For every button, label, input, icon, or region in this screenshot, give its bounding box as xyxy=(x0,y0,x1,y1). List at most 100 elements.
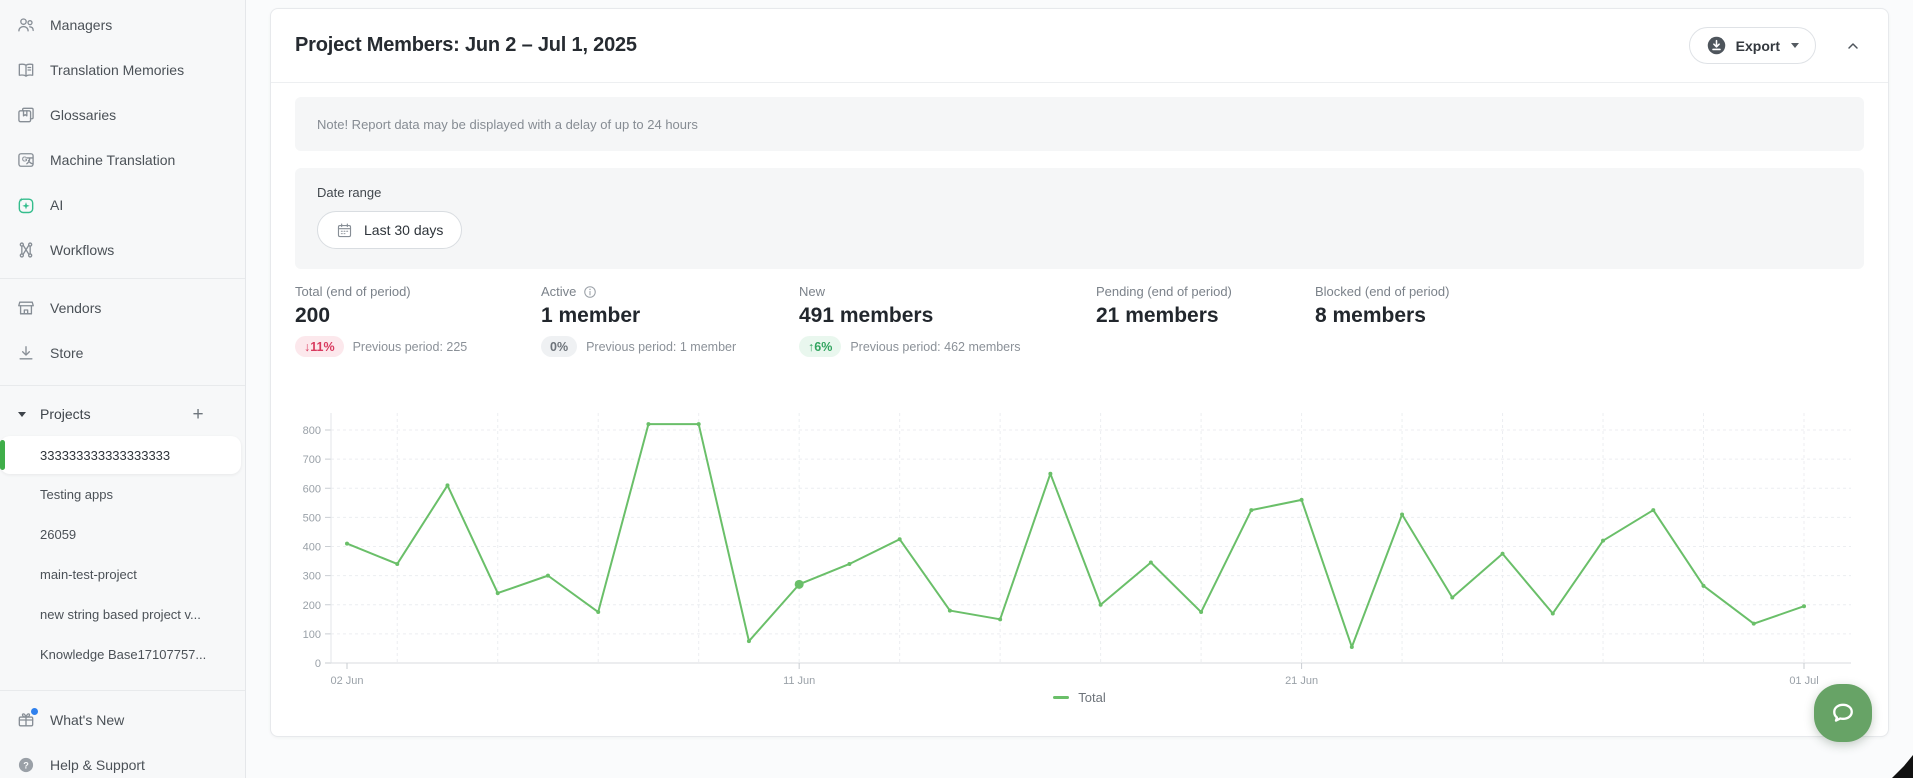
mouse-cursor xyxy=(1891,752,1913,778)
stat-label: Active xyxy=(541,284,576,299)
project-label: Knowledge Base17107757... xyxy=(40,647,206,662)
stat-value: 1 member xyxy=(541,304,736,328)
sidebar-project-item[interactable]: Testing apps xyxy=(0,474,245,514)
sidebar-divider xyxy=(0,690,245,691)
project-label: Testing apps xyxy=(40,487,113,502)
export-label: Export xyxy=(1736,38,1780,54)
svg-text:11 Jun: 11 Jun xyxy=(783,675,815,687)
store-icon xyxy=(16,343,36,363)
delay-note-banner: Note! Report data may be displayed with … xyxy=(295,97,1864,151)
project-label: main-test-project xyxy=(40,567,137,582)
sidebar-item-managers[interactable]: Managers xyxy=(0,2,245,47)
sidebar-divider xyxy=(0,385,245,386)
trend-badge-neutral: 0% xyxy=(541,336,577,357)
sidebar-item-vendors[interactable]: Vendors xyxy=(0,285,245,330)
svg-text:400: 400 xyxy=(303,542,321,554)
sidebar-item-machine-translation[interactable]: G Machine Translation xyxy=(0,137,245,182)
svg-text:500: 500 xyxy=(303,512,321,524)
sidebar-item-workflows[interactable]: Workflows xyxy=(0,227,245,272)
sidebar-item-label: Store xyxy=(50,345,83,361)
export-button[interactable]: Export xyxy=(1689,27,1816,64)
svg-text:300: 300 xyxy=(303,571,321,583)
chart-legend-total[interactable]: Total xyxy=(271,690,1888,705)
svg-text:0: 0 xyxy=(315,658,321,670)
sidebar-item-ai[interactable]: AI xyxy=(0,182,245,227)
glossaries-icon xyxy=(16,105,36,125)
svg-text:100: 100 xyxy=(303,629,321,641)
stat-active: Active 1 member 0% Previous period: 1 me… xyxy=(541,284,736,357)
sidebar-item-label: AI xyxy=(50,197,63,213)
svg-text:800: 800 xyxy=(303,425,321,437)
sidebar-item-whats-new[interactable]: What's New xyxy=(0,697,245,742)
projects-header-label: Projects xyxy=(40,406,91,422)
legend-label: Total xyxy=(1078,690,1105,705)
note-text: Note! Report data may be displayed with … xyxy=(317,117,698,132)
add-project-button[interactable]: + xyxy=(187,403,209,425)
sidebar-item-label: Managers xyxy=(50,17,112,33)
svg-text:600: 600 xyxy=(303,483,321,495)
sidebar-item-glossaries[interactable]: Glossaries xyxy=(0,92,245,137)
whats-new-icon xyxy=(16,710,36,730)
sidebar-item-label: Translation Memories xyxy=(50,62,184,78)
svg-text:200: 200 xyxy=(303,600,321,612)
members-line-chart[interactable]: 010020030040050060070080002 Jun11 Jun21 … xyxy=(295,395,1864,690)
report-card: Project Members: Jun 2 – Jul 1, 2025 Exp… xyxy=(270,8,1889,737)
collapse-report-button[interactable] xyxy=(1842,35,1864,57)
translation-memories-icon xyxy=(16,60,36,80)
stat-value: 8 members xyxy=(1315,304,1449,328)
sidebar-item-label: Workflows xyxy=(50,242,114,258)
previous-period-text: Previous period: 462 members xyxy=(850,340,1020,354)
report-header: Project Members: Jun 2 – Jul 1, 2025 Exp… xyxy=(271,9,1888,83)
managers-icon xyxy=(16,15,36,35)
stats-row: Total (end of period) 200 ↓11% Previous … xyxy=(295,284,1864,370)
sidebar-item-label: Machine Translation xyxy=(50,152,175,168)
project-label: 26059 xyxy=(40,527,76,542)
stat-label: Blocked (end of period) xyxy=(1315,284,1449,299)
chat-launcher-button[interactable] xyxy=(1814,684,1872,742)
vendors-icon xyxy=(16,298,36,318)
project-label: 333333333333333333 xyxy=(40,448,170,463)
sidebar-project-item[interactable]: Knowledge Base17107757... xyxy=(0,634,245,674)
svg-text:21 Jun: 21 Jun xyxy=(1285,675,1318,687)
notification-dot xyxy=(31,708,38,715)
stat-label: Total (end of period) xyxy=(295,284,411,299)
line-chart-svg[interactable]: 010020030040050060070080002 Jun11 Jun21 … xyxy=(295,395,1866,690)
stat-label: New xyxy=(799,284,825,299)
project-label: new string based project v... xyxy=(40,607,201,622)
sidebar-item-translation-memories[interactable]: Translation Memories xyxy=(0,47,245,92)
projects-section-header: Projects + xyxy=(0,392,245,436)
trend-badge-positive: ↑6% xyxy=(799,336,841,357)
ai-icon xyxy=(16,195,36,215)
sidebar-divider xyxy=(0,278,245,279)
stat-label: Pending (end of period) xyxy=(1096,284,1232,299)
sidebar-item-label: Help & Support xyxy=(50,757,145,773)
svg-text:?: ? xyxy=(23,760,29,770)
info-icon[interactable] xyxy=(583,285,597,299)
svg-text:01 Jul: 01 Jul xyxy=(1789,675,1818,687)
sidebar-item-label: What's New xyxy=(50,712,124,728)
sidebar-project-item[interactable]: 26059 xyxy=(0,514,245,554)
chevron-down-icon xyxy=(1791,43,1799,48)
svg-text:700: 700 xyxy=(303,454,321,466)
date-range-value: Last 30 days xyxy=(364,222,443,238)
stat-pending: Pending (end of period) 21 members xyxy=(1096,284,1232,328)
sidebar-project-item[interactable]: new string based project v... xyxy=(0,594,245,634)
stat-value: 491 members xyxy=(799,304,1021,328)
sidebar: Managers Translation Memories Glossaries… xyxy=(0,0,246,778)
sidebar-project-item-selected[interactable]: 333333333333333333 xyxy=(0,436,241,474)
sidebar-item-label: Vendors xyxy=(50,300,101,316)
stat-total: Total (end of period) 200 ↓11% Previous … xyxy=(295,284,467,357)
sidebar-item-store[interactable]: Store xyxy=(0,330,245,375)
svg-text:G: G xyxy=(22,155,28,163)
sidebar-project-item[interactable]: main-test-project xyxy=(0,554,245,594)
stat-value: 200 xyxy=(295,304,467,328)
sidebar-item-help-support[interactable]: ? Help & Support xyxy=(0,742,245,778)
chevron-down-icon[interactable] xyxy=(18,412,26,417)
date-range-button[interactable]: Last 30 days xyxy=(317,211,462,249)
previous-period-text: Previous period: 1 member xyxy=(586,340,736,354)
calendar-icon xyxy=(336,222,353,239)
legend-line-swatch xyxy=(1053,696,1069,699)
workflows-icon xyxy=(16,240,36,260)
stat-value: 21 members xyxy=(1096,304,1232,328)
trend-badge-negative: ↓11% xyxy=(295,336,344,357)
